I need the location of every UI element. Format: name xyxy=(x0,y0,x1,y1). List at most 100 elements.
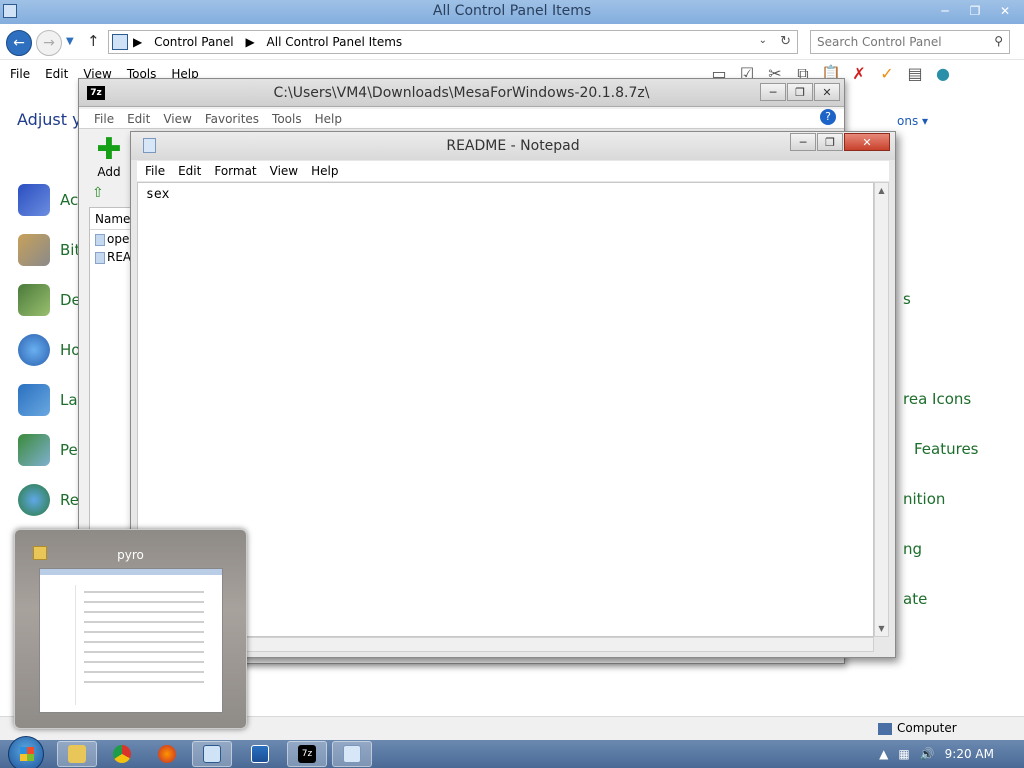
vertical-scrollbar[interactable]: ▲ ▼ xyxy=(874,182,889,637)
menu-file[interactable]: File xyxy=(145,164,165,178)
breadcrumb-arrow-icon[interactable]: ▶ xyxy=(245,35,254,49)
taskbar-thumbnail[interactable]: pyro xyxy=(14,529,247,729)
cp-item-region[interactable]: Re xyxy=(18,480,79,520)
notepad-icon xyxy=(343,745,361,763)
menu-view[interactable]: View xyxy=(163,112,191,126)
taskbar-control-panel[interactable] xyxy=(192,741,232,767)
up-button[interactable]: ↑ xyxy=(87,32,100,50)
taskbar-security[interactable] xyxy=(240,741,280,767)
menu-edit[interactable]: Edit xyxy=(127,112,150,126)
add-button[interactable]: ✚ Add xyxy=(89,132,129,180)
minimize-button[interactable]: ─ xyxy=(790,133,816,151)
clock[interactable]: 9:20 AM xyxy=(945,747,994,761)
taskbar-chrome[interactable] xyxy=(102,741,142,767)
cp-item-homegroup[interactable]: Ho xyxy=(18,330,80,370)
breadcrumb-control-panel[interactable]: Control Panel xyxy=(154,35,234,49)
menu-help[interactable]: Help xyxy=(311,164,338,178)
globe-clock-icon xyxy=(18,484,50,516)
cp-item-defender[interactable]: De xyxy=(18,280,81,320)
folder-icon xyxy=(68,745,86,763)
scroll-down-icon[interactable]: ▼ xyxy=(875,621,888,636)
delete-icon[interactable]: ✗ xyxy=(845,64,873,84)
cp-item-personalization[interactable]: Pe xyxy=(18,430,78,470)
cp-item-action-center[interactable]: Ac xyxy=(18,180,78,220)
checkmark-icon[interactable]: ✓ xyxy=(873,64,901,84)
menu-view[interactable]: View xyxy=(270,164,298,178)
forward-button[interactable]: → xyxy=(36,30,62,56)
taskbar-firefox[interactable] xyxy=(147,741,187,767)
thumbnail-preview xyxy=(39,568,223,713)
cp-item-programs-features[interactable]: Features xyxy=(914,440,979,458)
notepad-titlebar[interactable]: README - Notepad ─ ❐ ✕ xyxy=(131,132,895,160)
minimize-button[interactable]: ─ xyxy=(760,83,786,101)
cp-item-notification-area-icons[interactable]: rea Icons xyxy=(903,390,971,408)
cp-item-language[interactable]: La xyxy=(18,380,78,420)
start-button[interactable] xyxy=(8,736,44,768)
firefox-icon xyxy=(158,745,176,763)
cp-item-windows-update[interactable]: ate xyxy=(903,590,927,608)
chevron-down-icon[interactable]: ⌄ xyxy=(759,35,767,46)
globe-icon[interactable]: ● xyxy=(929,64,957,84)
breadcrumb: ▶ Control Panel ▶ All Control Panel Item… xyxy=(133,35,410,49)
control-panel-title: All Control Panel Items xyxy=(432,3,592,19)
text-editor[interactable]: sex xyxy=(137,182,874,637)
taskbar-notepad[interactable] xyxy=(332,741,372,767)
list-item[interactable]: ope xyxy=(90,230,133,248)
sevenzip-menubar: File Edit View Favorites Tools Help xyxy=(79,109,844,129)
plus-icon: ✚ xyxy=(96,132,122,167)
close-button[interactable]: ✕ xyxy=(814,83,840,101)
menu-file[interactable]: File xyxy=(94,112,114,126)
breadcrumb-all-items[interactable]: All Control Panel Items xyxy=(267,35,403,49)
properties-icon[interactable]: ▤ xyxy=(901,64,929,84)
tray-expand-icon[interactable]: ▲ xyxy=(879,747,888,761)
menu-format[interactable]: Format xyxy=(214,164,256,178)
cp-item-right-1[interactable]: s xyxy=(903,290,911,308)
menu-tools[interactable]: Tools xyxy=(272,112,302,126)
column-header-name[interactable]: Name xyxy=(90,208,133,230)
address-bar[interactable]: ▶ Control Panel ▶ All Control Panel Item… xyxy=(108,30,798,54)
taskbar: 7z ▲ ▦ 🔊 9:20 AM xyxy=(0,736,1024,768)
cp-item-troubleshooting[interactable]: ng xyxy=(903,540,922,558)
close-button[interactable]: ✕ xyxy=(990,1,1020,21)
view-by-dropdown[interactable]: ons ▾ xyxy=(897,114,928,128)
maximize-button[interactable]: ❐ xyxy=(817,133,843,151)
notepad-title: README - Notepad xyxy=(446,138,580,154)
search-input[interactable]: Search Control Panel ⚲ xyxy=(810,30,1010,54)
cp-item-bitlocker[interactable]: Bit xyxy=(18,230,80,270)
cp-item-speech-recognition[interactable]: nition xyxy=(903,490,945,508)
help-icon[interactable]: ? xyxy=(820,109,836,125)
folder-up-icon[interactable]: ⇧ xyxy=(92,185,108,201)
menu-file[interactable]: File xyxy=(10,67,30,81)
menu-edit[interactable]: Edit xyxy=(45,67,68,81)
key-lock-icon xyxy=(18,234,50,266)
maximize-button[interactable]: ❐ xyxy=(960,1,990,21)
search-placeholder: Search Control Panel xyxy=(817,35,942,49)
minimize-button[interactable]: ─ xyxy=(930,1,960,21)
menu-edit[interactable]: Edit xyxy=(178,164,201,178)
sevenzip-title: C:\Users\VM4\Downloads\MesaForWindows-20… xyxy=(273,85,650,101)
back-button[interactable]: ← xyxy=(6,30,32,56)
thumbnail-title: pyro xyxy=(117,548,144,562)
flag-icon xyxy=(18,184,50,216)
navigation-bar: ← → ▼ ↑ ▶ Control Panel ▶ All Control Pa… xyxy=(0,24,1024,60)
menu-help[interactable]: Help xyxy=(315,112,342,126)
refresh-icon[interactable]: ↻ xyxy=(780,34,791,49)
list-item[interactable]: REA xyxy=(90,248,133,266)
horizontal-scrollbar[interactable] xyxy=(137,637,874,652)
scroll-up-icon[interactable]: ▲ xyxy=(875,183,888,198)
recent-pages-dropdown[interactable]: ▼ xyxy=(66,36,74,47)
volume-icon[interactable]: 🔊 xyxy=(920,747,935,761)
control-panel-titlebar[interactable]: All Control Panel Items ─ ❐ ✕ xyxy=(0,0,1024,24)
windows-logo-icon xyxy=(20,747,34,761)
close-button[interactable]: ✕ xyxy=(844,133,890,151)
file-icon xyxy=(95,233,105,246)
add-label: Add xyxy=(97,165,121,179)
search-icon[interactable]: ⚲ xyxy=(994,34,1003,48)
breadcrumb-arrow-icon[interactable]: ▶ xyxy=(133,35,142,49)
taskbar-explorer[interactable] xyxy=(57,741,97,767)
menu-favorites[interactable]: Favorites xyxy=(205,112,259,126)
network-icon[interactable]: ▦ xyxy=(898,747,909,761)
taskbar-7zip[interactable]: 7z xyxy=(287,741,327,767)
maximize-button[interactable]: ❐ xyxy=(787,83,813,101)
sevenzip-titlebar[interactable]: 7z C:\Users\VM4\Downloads\MesaForWindows… xyxy=(79,79,844,107)
